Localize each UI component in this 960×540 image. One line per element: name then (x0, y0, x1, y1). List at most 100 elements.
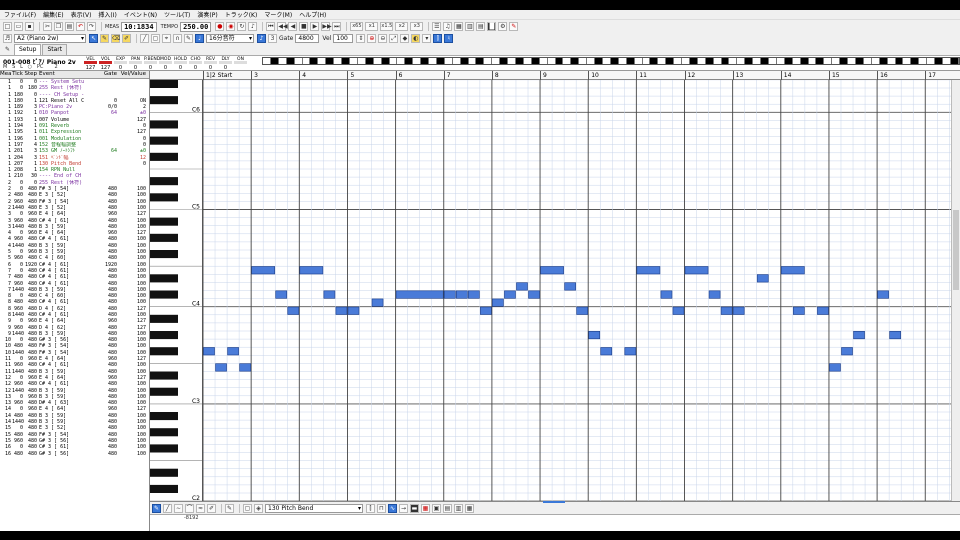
undo-icon[interactable]: ↶ (76, 22, 85, 31)
note-block[interactable] (528, 290, 540, 299)
note-block[interactable] (732, 306, 745, 315)
ruler-measure-8[interactable]: 10 (588, 71, 599, 80)
view-mixer-icon[interactable]: ▥ (465, 22, 475, 31)
black-key[interactable] (150, 484, 178, 493)
split-icon[interactable]: ⫿ (433, 34, 443, 43)
snap-icon[interactable]: ⌖ (162, 34, 171, 43)
mini-key[interactable] (318, 58, 327, 64)
tab-list-icon[interactable]: ✎ (3, 46, 12, 55)
mini-key[interactable] (737, 58, 746, 64)
note-block[interactable] (588, 331, 601, 340)
mini-key[interactable] (365, 58, 374, 64)
ruler-measure-6[interactable]: 8 (491, 71, 499, 80)
lock-toggle[interactable]: L (20, 64, 23, 70)
note-block[interactable] (335, 306, 348, 315)
mini-key[interactable] (610, 58, 619, 64)
mini-key[interactable] (595, 58, 603, 64)
mini-key[interactable] (310, 58, 319, 64)
view-pianoroll-icon[interactable]: ▦ (454, 22, 464, 31)
mini-key[interactable] (935, 58, 943, 64)
mini-key[interactable] (555, 58, 564, 64)
mini-key[interactable] (413, 58, 422, 64)
more-icon[interactable]: ▾ (422, 34, 432, 43)
mini-key[interactable] (357, 58, 366, 64)
ctrl-opt4-icon[interactable]: ▦ (465, 503, 474, 513)
mini-key[interactable] (761, 58, 769, 64)
ruler-measure-7[interactable]: 9 (540, 71, 547, 80)
mini-key[interactable] (713, 58, 722, 64)
black-key[interactable] (150, 177, 178, 186)
ctrl-wave-icon[interactable]: ≈ (196, 503, 205, 513)
dotted-note-icon[interactable]: ♪ (257, 34, 266, 43)
mini-key[interactable] (349, 58, 358, 64)
mini-key[interactable] (855, 58, 864, 64)
ruler-measure-4[interactable]: 6 (395, 71, 402, 80)
select-tool-icon[interactable]: ↖ (89, 34, 98, 43)
menu-item-6[interactable]: 演奏(P) (197, 10, 217, 19)
mini-key[interactable] (808, 58, 817, 64)
fit-icon[interactable]: ⤢ (389, 34, 399, 43)
ctrl-line-icon[interactable]: ╱ (163, 503, 172, 513)
black-key[interactable] (150, 444, 178, 453)
tab-setup[interactable]: Setup (14, 44, 42, 55)
col-step[interactable]: Step (24, 71, 38, 78)
mini-key[interactable] (705, 58, 714, 64)
black-key[interactable] (150, 347, 178, 356)
mini-key[interactable] (903, 58, 912, 64)
mini-key[interactable] (634, 58, 643, 64)
note-block[interactable] (251, 266, 276, 275)
mini-key[interactable] (516, 58, 524, 64)
note-block[interactable] (600, 347, 613, 356)
mini-key[interactable] (721, 58, 730, 64)
note-block[interactable] (564, 282, 576, 291)
note-block[interactable] (780, 266, 805, 275)
note-block[interactable] (877, 290, 889, 299)
event-row[interactable]: 16 480 480 G# 3 [ 56] 480 100 (0, 451, 149, 457)
mini-key[interactable] (840, 58, 849, 64)
loop-icon[interactable]: ↻ (237, 22, 247, 31)
mini-key[interactable] (824, 58, 833, 64)
edit-icon[interactable]: ✎ (184, 34, 193, 43)
note-block[interactable] (540, 266, 564, 275)
note-block[interactable] (516, 282, 528, 291)
ruler-measure-15[interactable]: 17 (925, 71, 936, 80)
mini-key[interactable] (863, 58, 872, 64)
vertical-scrollbar[interactable] (951, 80, 960, 501)
mini-key[interactable] (468, 58, 477, 64)
mini-key[interactable] (682, 58, 690, 64)
menu-item-7[interactable]: トラック(K) (225, 10, 258, 19)
mini-key[interactable] (942, 58, 951, 64)
note-block[interactable] (853, 331, 865, 340)
zoom-out-icon[interactable]: ⊖ (378, 34, 388, 43)
note-block[interactable] (889, 331, 901, 340)
mini-key[interactable] (389, 58, 398, 64)
mini-key[interactable] (689, 58, 698, 64)
controller-select[interactable]: 130 Pitch Bend (265, 503, 363, 513)
col-event[interactable]: Event (38, 71, 84, 78)
ctrl-pencil-icon[interactable]: ✎ (152, 503, 161, 513)
vel-input[interactable]: 100 (333, 34, 354, 43)
mini-key[interactable] (373, 58, 382, 64)
menu-item-9[interactable]: ヘルプ(H) (299, 10, 326, 19)
settings-icon[interactable]: ⚙ (498, 22, 508, 31)
ctrl-fill-icon[interactable]: ◈ (254, 503, 263, 513)
black-key[interactable] (150, 331, 178, 340)
black-key[interactable] (150, 217, 178, 226)
quantize-select[interactable]: 16分音符 (206, 34, 254, 43)
black-key[interactable] (150, 290, 178, 299)
black-key[interactable] (150, 412, 178, 421)
mini-key[interactable] (531, 58, 540, 64)
ruler-measure-11[interactable]: 13 (732, 71, 743, 80)
mini-key[interactable] (286, 58, 295, 64)
mini-key[interactable] (729, 58, 738, 64)
black-key[interactable] (150, 96, 178, 105)
black-key[interactable] (150, 371, 178, 380)
black-key[interactable] (150, 387, 178, 396)
copy-icon[interactable]: ❐ (54, 22, 63, 31)
mini-key[interactable] (887, 58, 896, 64)
mini-key[interactable] (769, 58, 777, 64)
tab-start[interactable]: Start (42, 44, 68, 55)
forward-end-icon[interactable]: ⏭ (332, 22, 342, 31)
note-length-icon[interactable]: ♩ (195, 34, 204, 43)
mini-key[interactable] (800, 58, 809, 64)
